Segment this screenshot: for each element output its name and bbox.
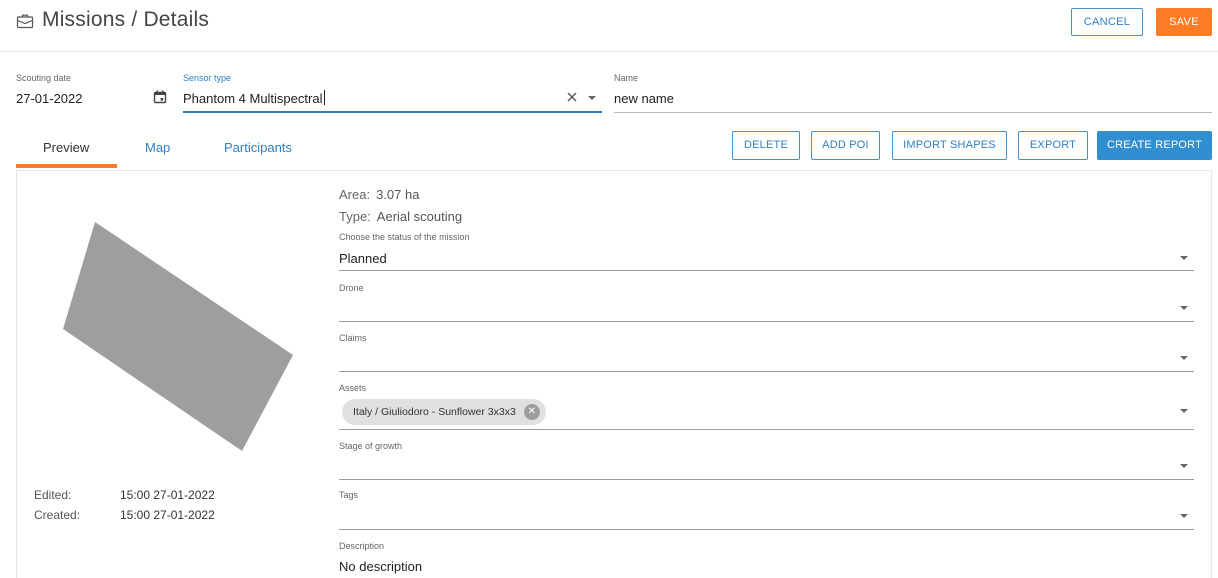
tab-participants[interactable]: Participants (224, 140, 292, 155)
text-cursor (324, 90, 325, 105)
add-poi-button[interactable]: ADD POI (811, 131, 880, 160)
stage-of-growth-underline (339, 479, 1194, 480)
calendar-icon[interactable] (153, 90, 167, 104)
import-shapes-button[interactable]: IMPORT SHAPES (892, 131, 1007, 160)
description-value: No description (339, 559, 423, 574)
active-tab-indicator (16, 164, 117, 168)
tags-label: Tags (339, 490, 359, 500)
edited-value: 15:00 27-01-2022 (120, 488, 215, 502)
name-underline (614, 112, 1212, 113)
sensor-type-input[interactable]: Phantom 4 Multispectral (183, 91, 322, 106)
field-shape-preview (63, 222, 293, 451)
type-label: Type: (339, 209, 371, 224)
area-info: Area: 3.07 ha (339, 187, 419, 202)
sensor-type-underline (183, 111, 602, 113)
chip-remove-icon[interactable]: ✕ (523, 404, 540, 420)
sensor-type-label: Sensor type (183, 73, 232, 83)
tab-map[interactable]: Map (145, 140, 170, 155)
drone-dropdown-icon[interactable] (1180, 306, 1188, 310)
asset-chip-label: Italy / Giuliodoro - Sunflower 3x3x3 (353, 406, 516, 418)
clear-icon[interactable] (566, 91, 578, 103)
claims-dropdown-icon[interactable] (1180, 356, 1188, 360)
asset-chip: Italy / Giuliodoro - Sunflower 3x3x3 ✕ (342, 399, 546, 425)
tags-underline (339, 529, 1194, 530)
claims-label: Claims (339, 333, 367, 343)
page-title: Missions / Details (42, 8, 209, 32)
status-underline (339, 270, 1194, 271)
stage-of-growth-label: Stage of growth (339, 441, 403, 451)
scouting-date-label: Scouting date (16, 73, 72, 83)
cancel-button[interactable]: CANCEL (1071, 8, 1143, 36)
briefcase-icon (16, 14, 34, 29)
type-value: Aerial scouting (376, 209, 463, 224)
name-label: Name (614, 73, 639, 83)
description-label: Description (339, 541, 385, 551)
breadcrumb-separator: / (131, 8, 138, 31)
status-select[interactable]: Planned (339, 251, 387, 266)
name-input[interactable]: new name (614, 91, 674, 106)
drone-underline (339, 321, 1194, 322)
area-value: 3.07 ha (376, 187, 420, 202)
created-value: 15:00 27-01-2022 (120, 508, 215, 522)
claims-underline (339, 371, 1194, 372)
create-report-button[interactable]: CREATE REPORT (1097, 131, 1212, 160)
status-label: Choose the status of the mission (339, 232, 470, 242)
save-button[interactable]: SAVE (1156, 8, 1212, 36)
scouting-date-input[interactable]: 27-01-2022 (16, 91, 83, 106)
area-label: Area: (339, 187, 371, 202)
tags-dropdown-icon[interactable] (1180, 514, 1188, 518)
type-info: Type: Aerial scouting (339, 209, 462, 224)
assets-label: Assets (339, 383, 367, 393)
delete-button[interactable]: DELETE (732, 131, 800, 160)
page-header: Missions / Details CANCEL SAVE (0, 0, 1218, 52)
sensor-type-dropdown-icon[interactable] (588, 96, 596, 100)
edited-label: Edited: (34, 488, 72, 502)
breadcrumb-missions[interactable]: Missions (42, 8, 125, 31)
tab-preview[interactable]: Preview (43, 140, 89, 155)
assets-underline (339, 429, 1194, 430)
breadcrumb-details: Details (143, 8, 210, 31)
stage-of-growth-dropdown-icon[interactable] (1180, 464, 1188, 468)
export-button[interactable]: EXPORT (1018, 131, 1088, 160)
assets-dropdown-icon[interactable] (1180, 409, 1188, 413)
created-label: Created: (34, 508, 81, 522)
status-dropdown-icon[interactable] (1180, 256, 1188, 260)
drone-label: Drone (339, 283, 364, 293)
